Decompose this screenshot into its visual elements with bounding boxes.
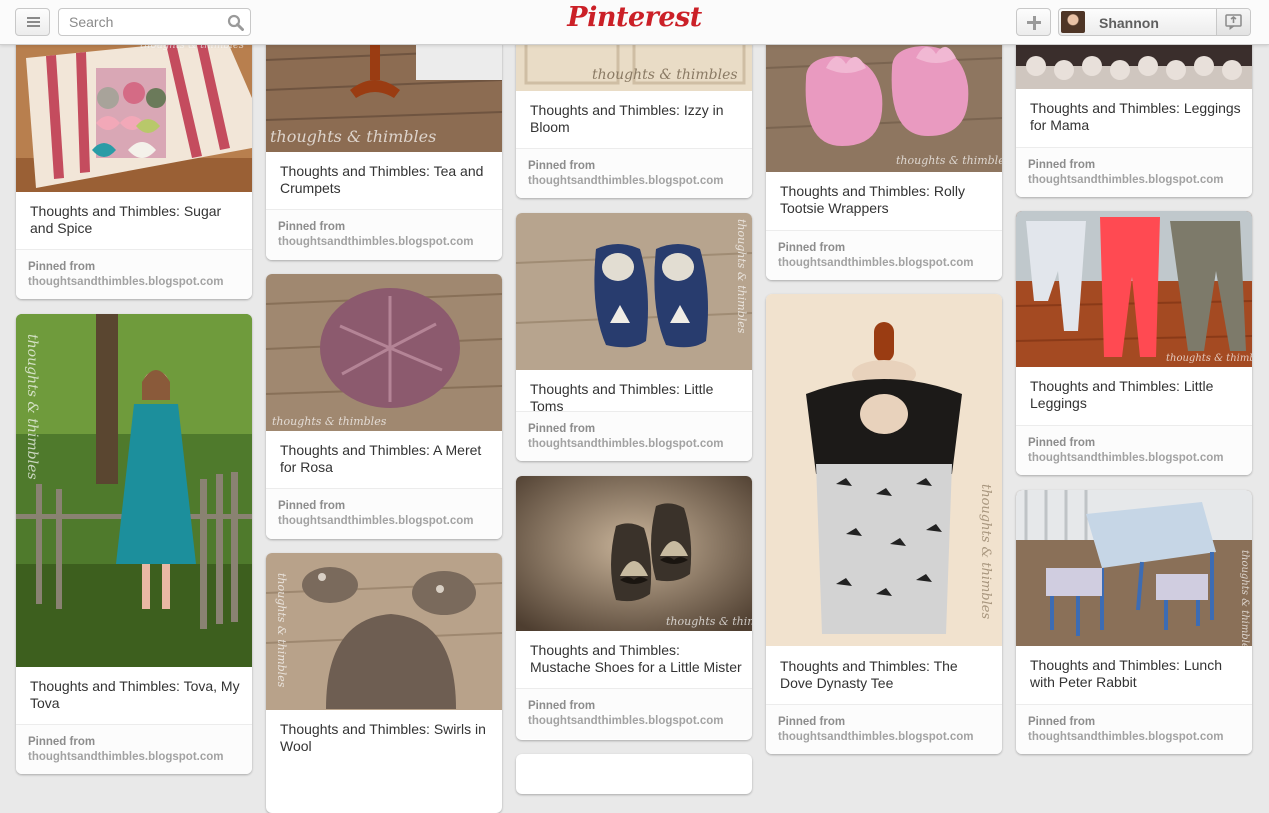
pinned-from-label: Pinned from — [528, 423, 596, 435]
pinned-from-domain[interactable]: thoughtsandthimbles.blogspot.com — [1028, 174, 1224, 186]
pin-card[interactable]: thoughts & thimbles Thoughts and Thimble… — [266, 20, 502, 260]
pinned-from-label: Pinned from — [278, 500, 346, 512]
pinned-from-label: Pinned from — [778, 242, 846, 254]
user-menu-button[interactable]: Shannon — [1058, 8, 1251, 36]
pin-description[interactable]: Thoughts and Thimbles: Little Leggings — [1030, 378, 1242, 412]
svg-text:thoughts & thimbles: thoughts & thimbles — [735, 219, 748, 334]
pin-description[interactable]: Thoughts and Thimbles: Little Toms — [530, 381, 742, 415]
pin-source[interactable]: Pinned from thoughtsandthimbles.blogspot… — [16, 724, 252, 774]
svg-text:thoughts & thimbles: thoughts & thimbles — [592, 67, 738, 83]
pin-description[interactable]: Thoughts and Thimbles: Swirls in Wool — [280, 721, 492, 755]
pin-source[interactable]: Pinned from thoughtsandthimbles.blogspot… — [266, 209, 502, 260]
notification-icon — [1225, 14, 1242, 30]
pin-source[interactable]: Pinned from thoughtsandthimbles.blogspot… — [1016, 425, 1252, 475]
pin-description[interactable]: Thoughts and Thimbles: Izzy in Bloom — [530, 102, 742, 136]
pin-image[interactable]: thoughts & thimbles — [16, 38, 252, 192]
menu-button[interactable] — [15, 8, 50, 36]
pin-source[interactable]: Pinned from thoughtsandthimbles.blogspot… — [516, 148, 752, 198]
pin-image[interactable]: thoughts & thimbles — [766, 294, 1002, 646]
pinned-from-domain[interactable]: thoughtsandthimbles.blogspot.com — [1028, 452, 1224, 464]
search-icon[interactable] — [227, 14, 244, 31]
pin-description[interactable]: Thoughts and Thimbles: Lunch with Peter … — [1030, 657, 1242, 691]
pin-description[interactable]: Thoughts and Thimbles: Rolly Tootsie Wra… — [780, 183, 992, 217]
pinned-from-label: Pinned from — [778, 716, 846, 728]
pin-image[interactable]: thoughts & thimbles — [266, 553, 502, 710]
user-name[interactable]: Shannon — [1099, 15, 1159, 31]
pin-image[interactable]: thoughts & thimbles — [266, 274, 502, 431]
logo-text[interactable]: Pinterest — [567, 2, 702, 33]
pin-image[interactable]: thoughts & thimbles — [516, 476, 752, 631]
pin-card[interactable]: thoughts & thimbles Thoughts and Thimble… — [516, 213, 752, 461]
pinned-from-domain[interactable]: thoughtsandthimbles.blogspot.com — [778, 257, 974, 269]
pin-source[interactable]: Pinned from thoughtsandthimbles.blogspot… — [1016, 704, 1252, 754]
pinned-from-domain[interactable]: thoughtsandthimbles.blogspot.com — [1028, 731, 1224, 743]
pin-source[interactable]: Pinned from thoughtsandthimbles.blogspot… — [1016, 147, 1252, 197]
pin-description[interactable]: Thoughts and Thimbles: A Meret for Rosa — [280, 442, 492, 476]
pinned-from-label: Pinned from — [1028, 716, 1096, 728]
pinned-from-label: Pinned from — [278, 221, 346, 233]
svg-text:thoughts & thimbles: thoughts & thimbles — [1166, 353, 1252, 364]
pin-source[interactable]: Pinned from thoughtsandthimbles.blogspot… — [516, 688, 752, 739]
pin-card[interactable]: thoughts & thimbles Thoughts and Thimble… — [1016, 211, 1252, 475]
pin-source[interactable]: Pinned from thoughtsandthimbles.blogspot… — [266, 488, 502, 539]
pinned-from-label: Pinned from — [28, 261, 96, 273]
pin-source[interactable]: Pinned from thoughtsandthimbles.blogspot… — [766, 704, 1002, 754]
svg-text:thoughts & thimbles: thoughts & thimbles — [666, 615, 752, 628]
pinned-from-domain[interactable]: thoughtsandthimbles.blogspot.com — [28, 751, 224, 763]
pin-card[interactable]: thoughts & thimbles Thoughts and Thimble… — [266, 274, 502, 539]
pin-description[interactable]: Thoughts and Thimbles: Sugar and Spice — [30, 203, 242, 237]
svg-text:thoughts & thimbles: thoughts & thimbles — [1239, 550, 1250, 646]
pin-source[interactable]: Pinned from thoughtsandthimbles.blogspot… — [16, 249, 252, 299]
search-box[interactable] — [58, 8, 251, 36]
pin-card[interactable] — [516, 754, 752, 794]
svg-text:thoughts & thimbles: thoughts & thimbles — [272, 415, 387, 428]
pin-card[interactable]: thoughts & thimbles Thoughts and Thimble… — [766, 8, 1002, 280]
avatar[interactable] — [1061, 11, 1085, 33]
pin-source[interactable]: Pinned from thoughtsandthimbles.blogspot… — [766, 230, 1002, 280]
svg-text:thoughts & thimbles: thoughts & thimbles — [275, 573, 288, 688]
pin-description[interactable]: Thoughts and Thimbles: The Dove Dynasty … — [780, 658, 992, 692]
menu-icon — [27, 17, 40, 19]
pinned-from-domain[interactable]: thoughtsandthimbles.blogspot.com — [528, 715, 724, 727]
pinned-from-label: Pinned from — [1028, 159, 1096, 171]
svg-text:thoughts & thimbles: thoughts & thimbles — [270, 127, 436, 146]
pinned-from-domain[interactable]: thoughtsandthimbles.blogspot.com — [278, 236, 474, 248]
pinned-from-domain[interactable]: thoughtsandthimbles.blogspot.com — [528, 438, 724, 450]
pin-card[interactable]: thoughts & thimbles Thoughts and Thimble… — [766, 294, 1002, 754]
pin-image[interactable]: thoughts & thimbles — [1016, 211, 1252, 367]
notifications-button[interactable] — [1216, 9, 1250, 35]
pin-description[interactable]: Thoughts and Thimbles: Tova, My Tova — [30, 678, 242, 712]
add-pin-button[interactable] — [1016, 8, 1051, 36]
pin-card[interactable]: thoughts & thimbles Thoughts and Thimble… — [266, 553, 502, 813]
svg-text:thoughts & thimbles: thoughts & thimbles — [978, 484, 993, 619]
pinned-from-domain[interactable]: thoughtsandthimbles.blogspot.com — [778, 731, 974, 743]
pin-card[interactable]: thoughts & thimbles Thoughts and Thimble… — [1016, 490, 1252, 754]
pin-description[interactable]: Thoughts and Thimbles: Tea and Crumpets — [280, 163, 492, 197]
svg-text:thoughts & thimbles: thoughts & thimbles — [24, 334, 40, 480]
pin-image[interactable]: thoughts & thimbles — [1016, 490, 1252, 646]
pin-card[interactable]: thoughts & thimbles Thoughts and Thimble… — [16, 314, 252, 774]
pin-card[interactable]: thoughts & thimbles Thoughts and Thimble… — [16, 38, 252, 299]
pinned-from-label: Pinned from — [28, 736, 96, 748]
search-input[interactable] — [59, 9, 229, 35]
pinned-from-domain[interactable]: thoughtsandthimbles.blogspot.com — [278, 515, 474, 527]
pin-image[interactable]: thoughts & thimbles — [16, 314, 252, 667]
pin-source[interactable]: Pinned from thoughtsandthimbles.blogspot… — [516, 411, 752, 461]
top-navigation-bar: Pinterest Shannon — [0, 0, 1269, 45]
pinned-from-label: Pinned from — [528, 160, 596, 172]
pinned-from-domain[interactable]: thoughtsandthimbles.blogspot.com — [28, 276, 224, 288]
pinned-from-label: Pinned from — [528, 700, 596, 712]
svg-text:thoughts & thimbles: thoughts & thimbles — [896, 154, 1002, 167]
pin-card[interactable]: thoughts & thimbles Thoughts and Thimble… — [516, 476, 752, 740]
pin-image[interactable]: thoughts & thimbles — [516, 213, 752, 370]
pin-description[interactable]: Thoughts and Thimbles: Mustache Shoes fo… — [530, 642, 742, 676]
pinned-from-label: Pinned from — [1028, 437, 1096, 449]
pinned-from-domain[interactable]: thoughtsandthimbles.blogspot.com — [528, 175, 724, 187]
pin-description[interactable]: Thoughts and Thimbles: Leggings for Mama — [1030, 100, 1242, 134]
